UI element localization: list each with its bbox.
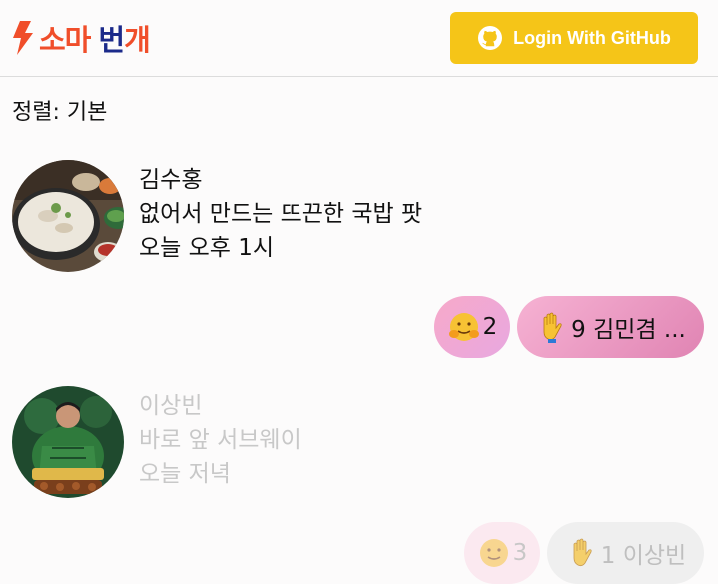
reaction-join-button[interactable]: 1 이상빈 xyxy=(547,522,704,584)
post-title: 없어서 만드는 뜨끈한 국밥 팟 xyxy=(139,201,423,227)
reaction-count: 3 xyxy=(512,540,528,566)
sort-selector[interactable]: 정렬: 기본 xyxy=(12,94,107,126)
logo-word-soma: 소마 xyxy=(39,23,91,57)
lightning-icon xyxy=(13,21,33,55)
app-logo[interactable]: 소마 번개 xyxy=(11,17,151,59)
login-button-label: Login With GitHub xyxy=(513,27,671,48)
post-content: 김수홍 없어서 만드는 뜨끈한 국밥 팟 오늘 오후 1시 xyxy=(139,163,422,265)
post-author: 이상빈 xyxy=(139,393,203,419)
github-icon xyxy=(478,26,503,50)
post-author: 김수홍 xyxy=(139,167,203,193)
logo-word-gae: 개 xyxy=(124,23,151,57)
logo-word-beon: 번 xyxy=(98,23,125,57)
post-avatar xyxy=(12,386,124,498)
post-time: 오늘 저녁 xyxy=(139,461,231,487)
post-card[interactable]: 김수홍 없어서 만드는 뜨끈한 국밥 팟 오늘 오후 1시 2 9 김민겸 ..… xyxy=(0,160,718,360)
post-title: 바로 앞 서브웨이 xyxy=(139,427,302,453)
reaction-hug-button[interactable]: 3 xyxy=(464,522,540,584)
login-github-button[interactable]: Login With GitHub xyxy=(450,12,698,64)
person-with-food-image xyxy=(12,386,124,498)
app-title: 소마 번개 xyxy=(39,17,151,59)
post-time: 오늘 오후 1시 xyxy=(139,235,275,261)
post-card[interactable]: 이상빈 바로 앞 서브웨이 오늘 저녁 3 1 이상빈 xyxy=(0,386,718,584)
reaction-join-button[interactable]: 9 김민겸 ... xyxy=(517,296,704,358)
reaction-hug-button[interactable]: 2 xyxy=(434,296,510,358)
gukbap-food-image xyxy=(12,160,124,272)
reaction-join-text: 1 이상빈 xyxy=(600,543,687,569)
hug-face-emoji-icon xyxy=(479,539,508,567)
raised-hand-emoji-icon xyxy=(573,538,592,567)
hug-face-emoji-icon xyxy=(448,313,479,341)
post-content: 이상빈 바로 앞 서브웨이 오늘 저녁 xyxy=(139,389,302,491)
app-header: 소마 번개 Login With GitHub xyxy=(0,0,718,77)
post-avatar xyxy=(12,160,124,272)
reaction-join-text: 9 김민겸 ... xyxy=(571,317,686,343)
reaction-count: 2 xyxy=(482,314,498,340)
raised-hand-emoji-icon xyxy=(543,312,562,343)
